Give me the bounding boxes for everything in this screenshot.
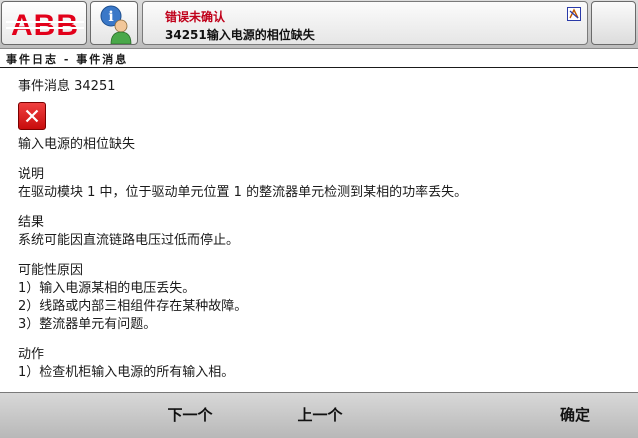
bottom-command-bar: 下一个 上一个 确定 bbox=[0, 392, 638, 438]
event-message-panel: 事件消息 34251 输入电源的相位缺失 说明 在驱动模块 1 中，位于驱动单元… bbox=[18, 78, 628, 382]
abb-menu-button[interactable]: ABB bbox=[1, 1, 87, 45]
event-title: 事件消息 34251 bbox=[18, 79, 116, 94]
description-heading: 说明 bbox=[18, 167, 45, 182]
error-x-icon bbox=[18, 102, 46, 130]
breadcrumb-text: 事件日志 - 事件消息 bbox=[6, 53, 129, 66]
cause-item: 3）整流器单元有问题。 bbox=[18, 317, 157, 332]
abb-logo: ABB bbox=[6, 9, 84, 42]
info-person-button[interactable]: i bbox=[90, 1, 138, 45]
description-text: 在驱动模块 1 中，位于驱动单元位置 1 的整流器单元检测到某相的功率丢失。 bbox=[18, 185, 468, 200]
status-message: 34251输入电源的相位缺失 bbox=[165, 28, 315, 42]
abb-logo-text: ABB bbox=[11, 9, 79, 42]
event-headline: 输入电源的相位缺失 bbox=[18, 137, 136, 152]
cause-item: 2）线路或内部三相组件存在某种故障。 bbox=[18, 299, 248, 314]
info-person-icon: i bbox=[100, 5, 132, 44]
close-button[interactable] bbox=[591, 1, 636, 45]
robot-status-icon bbox=[567, 7, 581, 21]
actions-heading: 动作 bbox=[18, 347, 45, 362]
action-item: 1）检查机柜输入电源的所有输入相。 bbox=[18, 365, 235, 380]
previous-button[interactable]: 上一个 bbox=[250, 393, 390, 437]
consequence-text: 系统可能因直流链路电压过低而停止。 bbox=[18, 233, 240, 248]
error-x-glyph bbox=[25, 109, 39, 123]
top-bar: ABB i 错误未确认 34251输入电源的相位缺失 bbox=[0, 0, 638, 49]
ok-button[interactable]: 确定 bbox=[510, 393, 638, 437]
cause-item: 1）输入电源某相的电压丢失。 bbox=[18, 281, 196, 296]
consequence-heading: 结果 bbox=[18, 215, 45, 230]
status-area[interactable]: 错误未确认 34251输入电源的相位缺失 bbox=[142, 1, 588, 45]
next-button[interactable]: 下一个 bbox=[120, 393, 260, 437]
breadcrumb: 事件日志 - 事件消息 bbox=[0, 49, 638, 68]
causes-heading: 可能性原因 bbox=[18, 263, 84, 278]
status-title: 错误未确认 bbox=[165, 10, 226, 24]
svg-text:i: i bbox=[108, 9, 113, 25]
